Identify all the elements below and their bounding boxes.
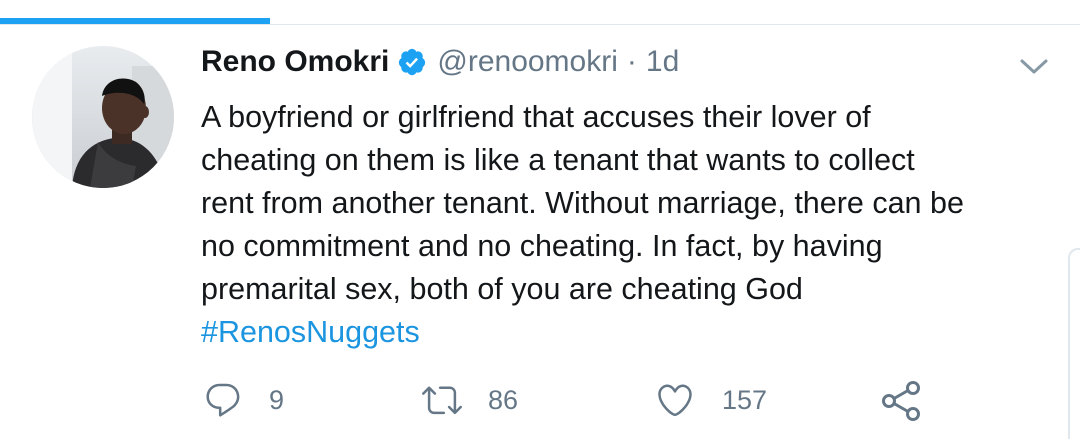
tweet-text-line: no commitment and no cheating. In fact, … <box>201 229 883 263</box>
tweet-text-line: A boyfriend or girlfriend that accuses t… <box>201 100 871 134</box>
tweet-timestamp[interactable]: 1d <box>646 45 679 79</box>
meta-separator: · <box>626 45 637 78</box>
reply-count: 9 <box>269 384 285 415</box>
chevron-down-icon[interactable] <box>1018 55 1050 79</box>
next-card-edge <box>1068 248 1080 439</box>
reply-icon <box>206 383 240 417</box>
retweet-icon <box>422 386 462 415</box>
author-handle[interactable]: @renoomokri <box>437 45 618 79</box>
author-name[interactable]: Reno Omokri <box>201 45 389 79</box>
top-divider <box>0 24 1080 25</box>
verified-badge-icon <box>397 47 427 77</box>
retweet-count: 86 <box>488 384 519 415</box>
reply-button[interactable]: 9 <box>203 380 284 420</box>
like-count: 157 <box>722 384 768 415</box>
retweet-button[interactable]: 86 <box>422 380 518 420</box>
tweet-body: A boyfriend or girlfriend that accuses t… <box>201 96 1061 354</box>
avatar[interactable] <box>32 46 174 188</box>
tweet-header: Reno Omokri @renoomokri · 1d <box>201 42 679 82</box>
heart-icon <box>658 384 692 417</box>
tweet-actions: 9 86 157 <box>0 372 1080 432</box>
tweet-text-line: premarital sex, both of you are cheating… <box>201 272 803 306</box>
avatar-photo <box>32 46 174 188</box>
hashtag-link[interactable]: #RenosNuggets <box>201 311 1061 354</box>
tweet-text-line: cheating on them is like a tenant that w… <box>201 143 915 177</box>
like-button[interactable]: 157 <box>654 380 767 420</box>
share-icon <box>882 381 920 421</box>
tweet-screen: Reno Omokri @renoomokri · 1d A boyfriend… <box>0 0 1080 439</box>
share-button[interactable] <box>880 380 924 422</box>
tweet-text-line: rent from another tenant. Without marria… <box>201 186 964 220</box>
